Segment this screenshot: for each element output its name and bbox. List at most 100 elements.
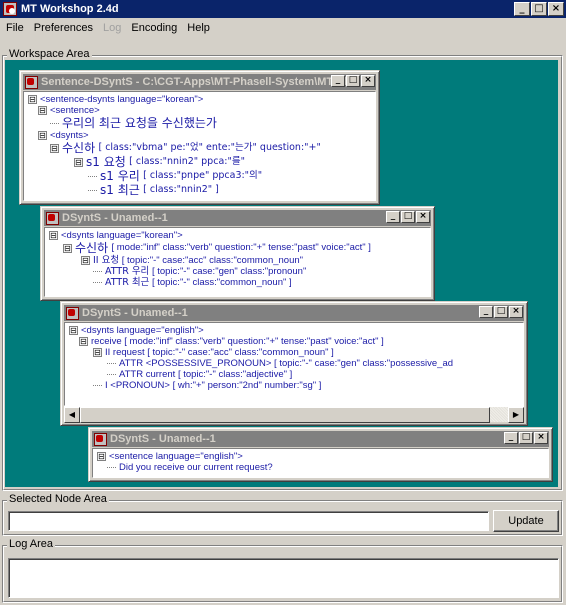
tree-view[interactable]: ⊟ <sentence-dsynts language="korean"> ⊟ … [23,91,376,201]
horizontal-scrollbar[interactable]: ◀ ▶ [64,406,524,423]
selected-node-input[interactable] [8,511,489,531]
tree-node[interactable]: ⊟ <sentence language="english"> [97,451,548,462]
frame-title: DSyntS - Unamed--1 [110,433,216,445]
frame-maximize-button[interactable]: □ [519,432,533,444]
tree-node[interactable]: ⊟ <dsynts> [28,130,375,141]
frame-maximize-button[interactable]: □ [346,75,360,87]
tree-node[interactable]: s1 최근 [ class:"nnin2" ] [28,183,375,197]
node-word: s1 요청 [86,155,126,169]
tree-node[interactable]: s1 우리 [ class:"pnpe" ppca3:"의" [28,169,375,183]
tree-node[interactable]: ⊟ <dsynts language="english"> [69,325,523,336]
menu-encoding[interactable]: Encoding [131,22,177,34]
collapse-icon[interactable]: ⊟ [81,256,90,265]
node-attrs: [ class:"vbma" pe:"었" ente:"는가" question… [98,142,321,153]
frame-minimize-button[interactable]: _ [386,211,400,223]
korean-dsynts-frame[interactable]: DSyntS - Unamed--1 _ □ × ⊟ <dsynts langu… [40,206,435,301]
frame-close-button[interactable]: × [509,306,523,318]
collapse-icon[interactable]: ⊟ [38,106,47,115]
collapse-icon[interactable]: ⊟ [50,143,59,153]
frame-title-bar[interactable]: DSyntS - Unamed--1 _ □ × [44,210,431,226]
collapse-icon[interactable]: ⊟ [79,337,88,346]
collapse-icon[interactable]: ⊟ [74,157,83,167]
scroll-thumb[interactable] [80,407,490,423]
tree-view[interactable]: ⊟ <dsynts language="korean"> ⊟ 수신하 [ mod… [44,227,431,297]
collapse-icon[interactable]: ⊟ [97,452,106,461]
node-label: ATTR current [ topic:"-" class:"adjectiv… [119,369,293,380]
collapse-icon[interactable]: ⊟ [49,231,58,240]
tree-node[interactable]: ⊟ 수신하 [ mode:"inf" class:"verb" question… [49,241,430,255]
node-label: I <PRONOUN> [ wh:"+" person:"2nd" number… [105,380,322,391]
frame-minimize-button[interactable]: _ [479,306,493,318]
app-title: MT Workshop 2.4d [21,3,119,15]
app-title-bar[interactable]: MT Workshop 2.4d _ □ × [0,0,566,18]
frame-icon [94,432,107,446]
scroll-track[interactable] [80,407,508,423]
close-button[interactable]: × [548,2,564,16]
tree-node[interactable]: ⊟ II request [ topic:"-" case:"acc" clas… [69,347,523,358]
tree-line [107,363,116,364]
frame-close-button[interactable]: × [416,211,430,223]
english-sentence-frame[interactable]: DSyntS - Unamed--1 _ □ × ⊟ <sentence lan… [88,427,553,482]
node-attrs: [ topic:"-" class:"common_noun" ] [151,277,292,288]
tree-node[interactable]: ⊟ 수신하 [ class:"vbma" pe:"었" ente:"는가" qu… [28,141,375,155]
frame-title-bar[interactable]: DSyntS - Unamed--1 _ □ × [92,431,549,447]
tree-line [93,282,102,283]
frame-title-bar[interactable]: DSyntS - Unamed--1 _ □ × [64,305,524,321]
scroll-right-icon[interactable]: ▶ [508,407,524,423]
tree-view[interactable]: ⊟ <sentence language="english"> Did you … [92,448,549,478]
tree-node[interactable]: ⊟ <sentence> [28,105,375,116]
tree-node[interactable]: ATTR 우리 [ topic:"-" case:"gen" class:"pr… [49,266,430,277]
frame-maximize-button[interactable]: □ [401,211,415,223]
frame-close-button[interactable]: × [534,432,548,444]
menu-help[interactable]: Help [187,22,210,34]
frame-minimize-button[interactable]: _ [331,75,345,87]
node-label: <sentence-dsynts language="korean"> [40,94,204,105]
node-attrs: [ topic:"-" case:"acc" class:"common_nou… [121,255,304,266]
frame-title: DSyntS - Unamed--1 [62,212,168,224]
node-attrs: [ topic:"-" case:"gen" class:"pronoun" [151,266,307,277]
tree-node[interactable]: ⊟ II 요청 [ topic:"-" case:"acc" class:"co… [49,255,430,266]
maximize-button[interactable]: □ [531,2,547,16]
node-word: s1 최근 [100,183,140,197]
node-label: <sentence language="english"> [109,451,243,462]
tree-view[interactable]: ⊟ <dsynts language="english"> ⊟ receive … [64,322,524,406]
collapse-icon[interactable]: ⊟ [63,243,72,253]
menu-bar: File Preferences Log Encoding Help [0,18,566,38]
node-label: <dsynts language="english"> [81,325,204,336]
frame-title: DSyntS - Unamed--1 [82,307,188,319]
tree-line [107,374,116,375]
collapse-icon[interactable]: ⊟ [38,131,47,140]
scroll-left-icon[interactable]: ◀ [64,407,80,423]
node-label: Did you receive our current request? [119,462,273,473]
collapse-icon[interactable]: ⊟ [69,326,78,335]
tree-node[interactable]: ⊟ s1 요청 [ class:"nnin2" ppca:"를" [28,155,375,169]
update-button[interactable]: Update [493,510,559,532]
workspace-label: Workspace Area [7,48,92,60]
frame-minimize-button[interactable]: _ [504,432,518,444]
node-label: ATTR <POSSESSIVE_PRONOUN> [ topic:"-" ca… [119,358,454,369]
tree-node[interactable]: ⊟ <dsynts language="korean"> [49,230,430,241]
frame-maximize-button[interactable]: □ [494,306,508,318]
log-textarea[interactable] [8,558,559,598]
menu-preferences[interactable]: Preferences [34,22,93,34]
collapse-icon[interactable]: ⊟ [93,348,102,357]
sentence-dsynts-frame[interactable]: Sentence-DSyntS - C:\CGT-Apps\MT-Phasell… [19,70,380,205]
frame-title-bar[interactable]: Sentence-DSyntS - C:\CGT-Apps\MT-Phasell… [23,74,376,90]
menu-file[interactable]: File [6,22,24,34]
english-dsynts-frame[interactable]: DSyntS - Unamed--1 _ □ × ⊟ <dsynts langu… [60,301,528,426]
collapse-icon[interactable]: ⊟ [28,95,37,104]
tree-node[interactable]: ATTR 최근 [ topic:"-" class:"common_noun" … [49,277,430,288]
tree-node[interactable]: ATTR <POSSESSIVE_PRONOUN> [ topic:"-" ca… [69,358,523,369]
tree-node[interactable]: Did you receive our current request? [97,462,548,473]
node-word: s1 우리 [100,169,140,183]
tree-node[interactable]: I <PRONOUN> [ wh:"+" person:"2nd" number… [69,380,523,391]
frame-close-button[interactable]: × [361,75,375,87]
frame-icon [46,211,59,225]
tree-node[interactable]: 우리의 최근 요청을 수신했는가 [28,116,375,130]
minimize-button[interactable]: _ [514,2,530,16]
tree-node[interactable]: ATTR current [ topic:"-" class:"adjectiv… [69,369,523,380]
app-icon [3,2,17,16]
tree-node[interactable]: ⊟ <sentence-dsynts language="korean"> [28,94,375,105]
node-label: <dsynts> [50,130,89,141]
tree-node[interactable]: ⊟ receive [ mode:"inf" class:"verb" ques… [69,336,523,347]
